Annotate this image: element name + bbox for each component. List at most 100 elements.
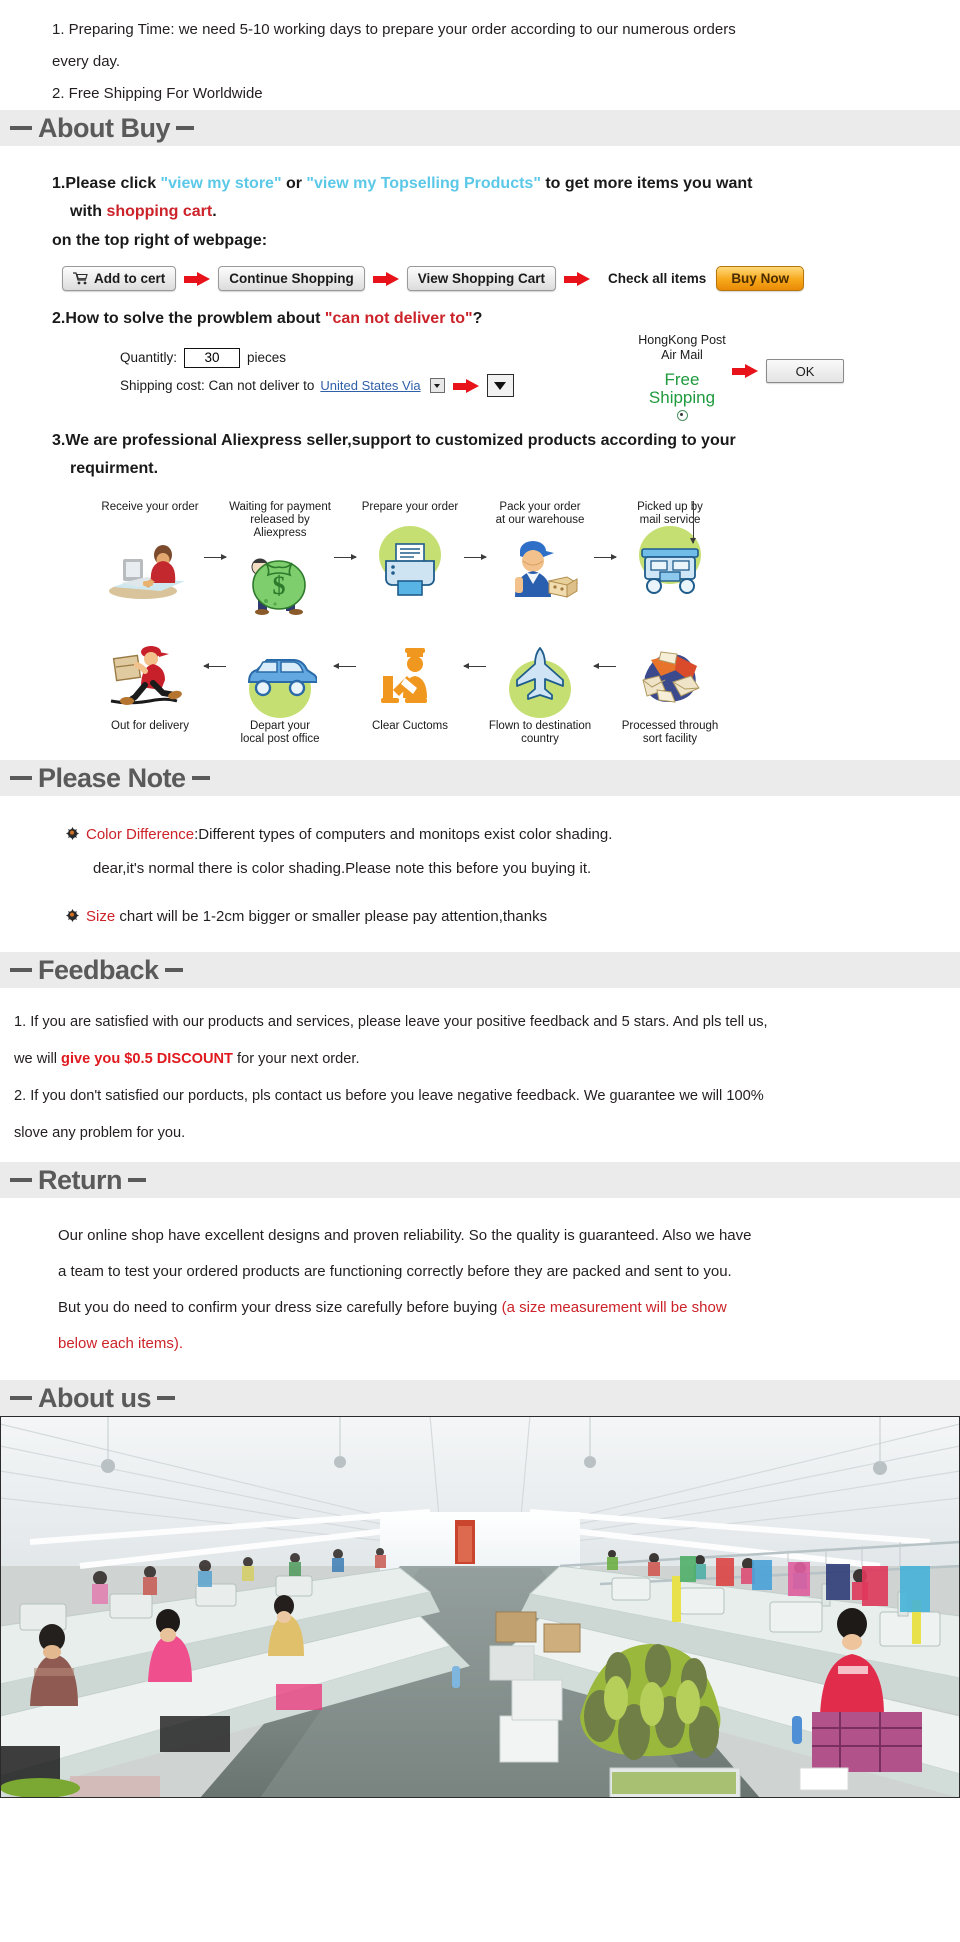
quantity-label: Quantitly: [120, 350, 178, 365]
view-my-store-link[interactable]: "view my store" [161, 175, 282, 192]
feedback-l2-suffix: for your next order. [232, 1051, 360, 1067]
flow-caption-4: Picked up by mail service [637, 501, 703, 526]
continue-shopping-button[interactable]: Continue Shopping [218, 266, 365, 291]
add-to-cart-label: Add to cert [94, 271, 166, 286]
carrier-line-1: HongKong Post [638, 333, 726, 347]
flow-connector-b2 [333, 632, 356, 669]
add-to-cart-button[interactable]: Add to cert [62, 266, 177, 291]
intro-line-2: every day. [52, 53, 121, 70]
dash-right-decor-2 [191, 776, 210, 780]
destination-select-value[interactable]: United States Via [320, 375, 420, 397]
feedback-line-1: 1. If you are satisfied with our product… [14, 1014, 768, 1030]
flow-bottom-caption-4: Processed through sort facility [621, 720, 719, 745]
about-buy-item-2: 2.How to solve the prowblem about "can n… [52, 305, 960, 333]
dash-right-decor-5 [156, 1396, 175, 1400]
about-buy-item-1-line2: with shopping cart. [52, 198, 960, 226]
flow-step-out-for-delivery: Out for delivery [96, 632, 204, 746]
shipping-form-illustration: Quantitly: 30 pieces Shipping cost: Can … [52, 333, 960, 423]
intro-block: 1. Preparing Time: we need 5-10 working … [0, 0, 960, 110]
feedback-body: 1. If you are satisfied with our product… [0, 988, 960, 1162]
about-buy-item-3-line2: requirment. [70, 460, 159, 477]
size-highlight: Size [86, 908, 116, 925]
feedback-line-3: 2. If you don't satisfied our porducts, … [14, 1088, 764, 1104]
quantity-input[interactable]: 30 [184, 348, 241, 368]
arrow-right-icon-1 [184, 271, 211, 286]
flow-connector-b3 [463, 632, 486, 669]
return-line-4: below each items). [58, 1335, 184, 1352]
section-title-please-note: Please Note [38, 762, 186, 793]
dash-right-decor-3 [164, 968, 183, 972]
flow-step-prepare-order: Prepare your order [356, 501, 464, 609]
return-line-2: a team to test your ordered products are… [58, 1263, 732, 1280]
dash-right-decor [175, 126, 194, 130]
item1-mid: or [281, 175, 307, 192]
garment-factory-image [0, 1416, 960, 1798]
shipping-row: Shipping cost: Can not deliver to United… [120, 374, 514, 397]
flow-caption-2: Prepare your order [361, 501, 459, 513]
view-topselling-products-link[interactable]: "view my Topselling Products" [306, 175, 540, 192]
quantity-unit-label: pieces [247, 350, 287, 365]
section-header-return: Return [0, 1162, 960, 1198]
flow-connector-1 [204, 501, 227, 560]
flow-bottom-caption-0: Out for delivery [111, 720, 189, 732]
delivery-truck-icon [616, 526, 724, 609]
ok-label: OK [795, 363, 815, 379]
flow-bottom-caption-1: Depart your local post office [240, 720, 320, 745]
note-item-1: Color Difference:Different types of comp… [66, 818, 960, 852]
discount-highlight: give you $0.5 DISCOUNT [61, 1051, 233, 1067]
shopping-cart-icon [73, 272, 88, 285]
flow-bottom-caption-2: Clear Cuctoms [371, 720, 449, 732]
flow-connector-b4 [593, 632, 616, 669]
intro-line-1: 1. Preparing Time: we need 5-10 working … [52, 21, 736, 38]
continue-shopping-label: Continue Shopping [229, 271, 354, 286]
item1-line2-prefix: with [70, 203, 107, 220]
item1-line2-suffix: . [212, 203, 217, 220]
factory-photo [0, 1416, 960, 1798]
return-line-1: Our online shop have excellent designs a… [58, 1227, 752, 1244]
shopping-cart-highlight: shopping cart [106, 203, 213, 220]
ok-button[interactable]: OK [766, 359, 844, 383]
chevron-down-icon-large[interactable] [486, 374, 514, 397]
checkout-flow-buttons: Add to cert Continue Shopping View Shopp… [62, 266, 960, 291]
buy-now-button[interactable]: Buy Now [716, 266, 805, 291]
about-buy-item-1: 1.Please click "view my store" or "view … [52, 170, 960, 198]
shipping-process-flowchart: Receive your order Waiting for payment r… [0, 501, 960, 760]
section-title-return: Return [38, 1164, 123, 1195]
feedback-line-2: we will give you $0.5 DISCOUNT for your … [14, 1041, 946, 1078]
about-buy-item-3-line1: 3.We are professional Aliexpress seller,… [52, 432, 736, 449]
flow-step-sort-facility: Processed through sort facility [616, 632, 724, 746]
shipping-cost-label: Shipping cost: Can not deliver to [120, 377, 315, 393]
chevron-down-icon-small[interactable] [429, 378, 445, 393]
section-header-feedback: Feedback [0, 952, 960, 988]
item1-prefix: 1.Please click [52, 175, 161, 192]
return-l3-prefix: But you do need to confirm your dress si… [58, 1299, 502, 1316]
section-title-about-buy: About Buy [38, 112, 170, 143]
dash-left-decor-3 [10, 968, 32, 972]
about-buy-item-1-line3: on the top right of webpage: [52, 232, 268, 249]
note-item-2: Size chart will be 1-2cm bigger or small… [66, 900, 960, 934]
quantity-row: Quantitly: 30 pieces [120, 347, 514, 369]
free-shipping-radio[interactable] [676, 410, 688, 421]
person-at-computer-icon [96, 531, 204, 609]
arrow-right-icon-2 [372, 271, 399, 286]
color-difference-highlight: Color Difference [86, 826, 195, 843]
flow-connector-b1 [203, 632, 226, 669]
item2-suffix: ? [472, 310, 483, 327]
flowchart-row-top: Receive your order Waiting for payment r… [0, 501, 960, 622]
note-2-rest: chart will be 1-2cm bigger or smaller pl… [115, 908, 548, 925]
flow-step-clear-customs: Clear Cuctoms [356, 632, 464, 746]
cannot-deliver-highlight: "can not deliver to" [324, 310, 473, 327]
flow-step-flown-destination: Flown to destination country [486, 632, 594, 746]
flowchart-row-bottom: Out for delivery Depart your local post o… [0, 632, 960, 746]
blue-van-icon [226, 636, 334, 718]
about-buy-body: 1.Please click "view my store" or "view … [0, 146, 960, 483]
warehouse-worker-icon [486, 531, 594, 609]
dash-left-decor-5 [10, 1396, 32, 1400]
product-description-page: 1. Preparing Time: we need 5-10 working … [0, 0, 960, 1798]
flow-caption-1: Waiting for payment released by Aliexpres… [229, 501, 331, 539]
view-shopping-cart-button[interactable]: View Shopping Cart [406, 266, 557, 291]
flow-caption-0: Receive your order [101, 501, 199, 513]
flow-step-pack-order: Pack your order at our warehouse [486, 501, 594, 609]
flow-connector-2 [334, 501, 357, 560]
intro-line-3: 2. Free Shipping For Worldwide [52, 85, 263, 102]
